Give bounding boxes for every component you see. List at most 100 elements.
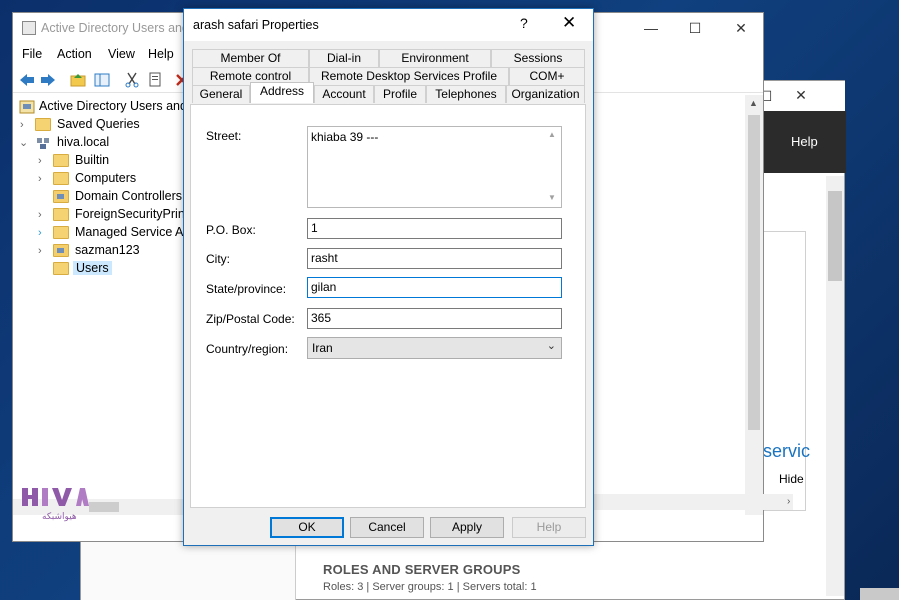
scrollbar-thumb[interactable] [89, 502, 119, 512]
hiva-logo-icon [22, 488, 89, 506]
tab-com-plus[interactable]: COM+ [509, 67, 585, 85]
details-horizontal-scrollbar[interactable]: › [575, 494, 793, 510]
maximize-icon[interactable]: ☐ [685, 19, 705, 37]
help-icon[interactable]: ? [520, 15, 528, 31]
tree-item-users[interactable]: Users [35, 260, 185, 278]
tree-item-builtin[interactable]: › Builtin [35, 152, 185, 170]
scrollbar-thumb[interactable] [748, 115, 760, 430]
street-scrollbar[interactable]: ▲ ▼ [545, 127, 561, 207]
tree-item-label: sazman123 [75, 243, 140, 257]
roles-section-summary: Roles: 3 | Server groups: 1 | Servers to… [323, 581, 537, 593]
chevron-down-icon[interactable]: ⌄ [547, 339, 556, 352]
copy-icon[interactable] [147, 71, 165, 89]
tab-telephones[interactable]: Telephones [426, 85, 506, 103]
tab-environment[interactable]: Environment [379, 49, 491, 67]
tab-general[interactable]: General [192, 85, 250, 103]
taskbar-tray [860, 588, 899, 600]
menu-file[interactable]: File [22, 47, 42, 61]
menu-action[interactable]: Action [57, 47, 92, 61]
tree-item-label: Active Directory Users and C [39, 99, 200, 113]
tree-item-managed-service-accounts[interactable]: › Managed Service Ac [35, 224, 190, 242]
tree-item-domain[interactable]: ⌄ hiva.local [17, 134, 185, 152]
pobox-field[interactable]: 1 [307, 218, 562, 239]
tree-item-label: Builtin [75, 153, 110, 167]
up-folder-icon[interactable] [69, 71, 87, 89]
tree-item-computers[interactable]: › Computers [35, 170, 185, 188]
cut-icon[interactable] [123, 71, 141, 89]
help-button[interactable]: Help [512, 517, 586, 538]
show-console-tree-icon[interactable] [93, 71, 111, 89]
hide-link[interactable]: Hide [779, 472, 804, 486]
tree-item-sazman123[interactable]: › sazman123 [35, 242, 185, 260]
back-arrow-icon[interactable] [18, 71, 36, 89]
folder-icon [53, 226, 69, 239]
minimize-icon[interactable]: — [641, 19, 661, 37]
tab-member-of[interactable]: Member Of [192, 49, 309, 67]
watermark-text: هیواشبکه [42, 511, 77, 521]
state-field[interactable]: gilan [307, 277, 562, 298]
aduc-app-icon [22, 21, 36, 35]
folder-icon [53, 208, 69, 221]
tree-item-label: Users [73, 261, 112, 275]
chevron-right-icon[interactable]: › [38, 152, 48, 170]
blue-text-fragment[interactable]: servic [763, 441, 810, 462]
tab-dial-in[interactable]: Dial-in [309, 49, 379, 67]
scroll-right-icon[interactable]: › [787, 496, 790, 507]
tree-item-foreign-security-principals[interactable]: › ForeignSecurityPrinc [35, 206, 191, 224]
tab-remote-desktop-services-profile[interactable]: Remote Desktop Services Profile [309, 67, 509, 85]
country-label: Country/region: [206, 342, 289, 356]
tab-address[interactable]: Address [250, 82, 314, 103]
country-value: Iran [312, 341, 333, 355]
chevron-right-icon[interactable]: › [38, 224, 48, 242]
aduc-root-icon [19, 100, 35, 114]
apply-button[interactable]: Apply [430, 517, 504, 538]
city-label: City: [206, 252, 230, 266]
address-tab-panel: Street: khiaba 39 --- ▲ ▼ P.O. Box: 1 Ci… [190, 104, 586, 508]
chevron-right-icon[interactable]: › [20, 116, 30, 134]
cancel-button[interactable]: Cancel [350, 517, 424, 538]
city-field[interactable]: rasht [307, 248, 562, 269]
server-manager-help-menu[interactable]: Help [791, 134, 818, 149]
menu-help[interactable]: Help [148, 47, 174, 61]
scroll-down-icon[interactable]: ▼ [548, 193, 556, 202]
server-manager-titlebar: ☐ ✕ [760, 81, 845, 111]
scrollbar-thumb[interactable] [828, 191, 842, 281]
scroll-up-icon[interactable]: ▲ [749, 98, 758, 108]
details-vertical-scrollbar[interactable]: ▲ ▼ [745, 95, 763, 515]
chevron-down-icon[interactable]: ⌄ [19, 134, 29, 152]
tree-item-domain-controllers[interactable]: Domain Controllers [35, 188, 185, 206]
close-icon[interactable]: ✕ [731, 19, 751, 37]
tree-item-label: Computers [75, 171, 137, 185]
close-icon[interactable]: ✕ [791, 86, 811, 104]
tab-account[interactable]: Account [314, 85, 374, 103]
tree-item-root[interactable]: Active Directory Users and C [17, 98, 199, 116]
forward-arrow-icon[interactable] [39, 71, 57, 89]
tree-item-saved-queries[interactable]: › Saved Queries [17, 116, 185, 134]
chevron-right-icon[interactable]: › [38, 206, 48, 224]
tab-profile[interactable]: Profile [374, 85, 426, 103]
folder-icon [53, 172, 69, 185]
close-icon[interactable]: ✕ [562, 13, 576, 33]
menu-view[interactable]: View [108, 47, 135, 61]
console-tree: Active Directory Users and C › Saved Que… [13, 95, 199, 515]
state-label: State/province: [206, 282, 287, 296]
tree-item-label: Saved Queries [57, 117, 140, 131]
watermark-logo: هیواشبکه [20, 485, 90, 525]
country-select[interactable]: Iran ⌄ [307, 337, 562, 359]
tab-sessions[interactable]: Sessions [491, 49, 585, 67]
scroll-up-icon[interactable]: ▲ [548, 130, 556, 139]
properties-dialog: arash safari Properties ? ✕ Member Of Di… [183, 8, 594, 546]
chevron-right-icon[interactable]: › [38, 170, 48, 188]
chevron-right-icon[interactable]: › [38, 242, 48, 260]
folder-icon [53, 262, 69, 275]
tree-item-label: Managed Service Ac [75, 225, 190, 239]
roles-section-title: ROLES AND SERVER GROUPS [323, 562, 521, 577]
street-textarea[interactable]: khiaba 39 --- ▲ ▼ [307, 126, 562, 208]
server-manager-scrollbar[interactable] [826, 176, 844, 596]
tree-item-label: Domain Controllers [75, 189, 182, 203]
tab-organization[interactable]: Organization [506, 85, 585, 103]
zip-field[interactable]: 365 [307, 308, 562, 329]
folder-icon [53, 154, 69, 167]
dialog-title: arash safari Properties [193, 18, 319, 32]
ok-button[interactable]: OK [270, 517, 344, 538]
